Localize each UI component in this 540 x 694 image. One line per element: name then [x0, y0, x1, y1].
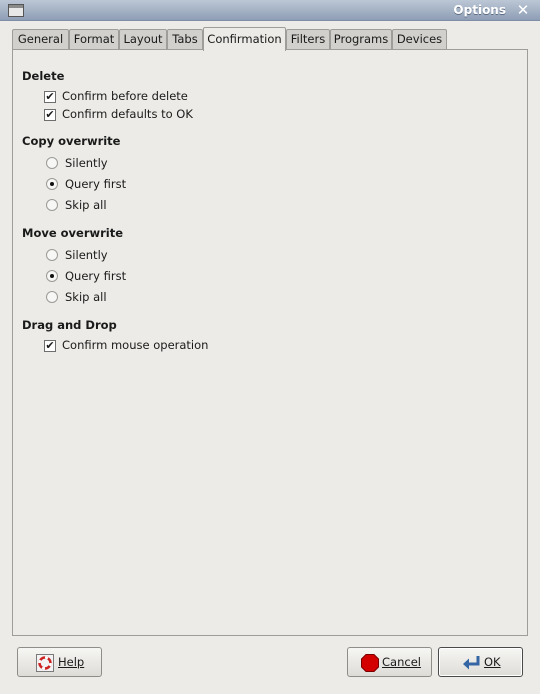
- close-icon[interactable]: ✕: [515, 1, 531, 19]
- option-label: Silently: [65, 248, 108, 262]
- option-label: Query first: [65, 269, 127, 283]
- radio-icon[interactable]: [46, 249, 58, 261]
- tab-general[interactable]: General: [12, 29, 69, 50]
- help-button-label: Help: [58, 655, 85, 669]
- section-title-drag-and-drop: Drag and Drop: [22, 318, 117, 332]
- cancel-button[interactable]: Cancel: [347, 647, 432, 677]
- section-title-delete: Delete: [22, 69, 65, 83]
- help-lifebuoy-icon: [36, 654, 54, 672]
- option-label: Confirm defaults to OK: [62, 107, 193, 121]
- option-label: Silently: [65, 156, 108, 170]
- ok-button-label: OK: [484, 655, 501, 669]
- title-bar[interactable]: Options ✕: [0, 0, 540, 21]
- tab-filters[interactable]: Filters: [286, 29, 330, 50]
- radio-icon[interactable]: [46, 199, 58, 211]
- checkbox-checked-icon[interactable]: ✔: [44, 109, 56, 121]
- window-menu-icon[interactable]: [8, 4, 24, 17]
- help-button[interactable]: Help: [17, 647, 102, 677]
- option-label: Confirm mouse operation: [62, 338, 209, 352]
- tab-layout[interactable]: Layout: [119, 29, 167, 50]
- tab-tabs[interactable]: Tabs: [167, 29, 203, 50]
- stop-sign-icon: [361, 654, 379, 672]
- radio-selected-icon[interactable]: [46, 178, 58, 190]
- checkbox-checked-icon[interactable]: ✔: [44, 340, 56, 352]
- tab-devices[interactable]: Devices: [392, 29, 447, 50]
- tab-format[interactable]: Format: [69, 29, 119, 50]
- checkbox-checked-icon[interactable]: ✔: [44, 91, 56, 103]
- option-label: Skip all: [65, 290, 107, 304]
- radio-icon[interactable]: [46, 291, 58, 303]
- ok-button[interactable]: OK: [438, 647, 523, 677]
- radio-icon[interactable]: [46, 157, 58, 169]
- tab-programs[interactable]: Programs: [330, 29, 392, 50]
- section-title-move-overwrite: Move overwrite: [22, 226, 124, 240]
- tab-confirmation[interactable]: Confirmation: [203, 27, 286, 51]
- enter-arrow-icon: [463, 656, 480, 670]
- radio-selected-icon[interactable]: [46, 270, 58, 282]
- option-label: Confirm before delete: [62, 89, 188, 103]
- option-label: Skip all: [65, 198, 107, 212]
- cancel-button-label: Cancel: [382, 655, 421, 669]
- option-label: Query first: [65, 177, 127, 191]
- section-title-copy-overwrite: Copy overwrite: [22, 134, 121, 148]
- window-title: Options: [453, 3, 506, 17]
